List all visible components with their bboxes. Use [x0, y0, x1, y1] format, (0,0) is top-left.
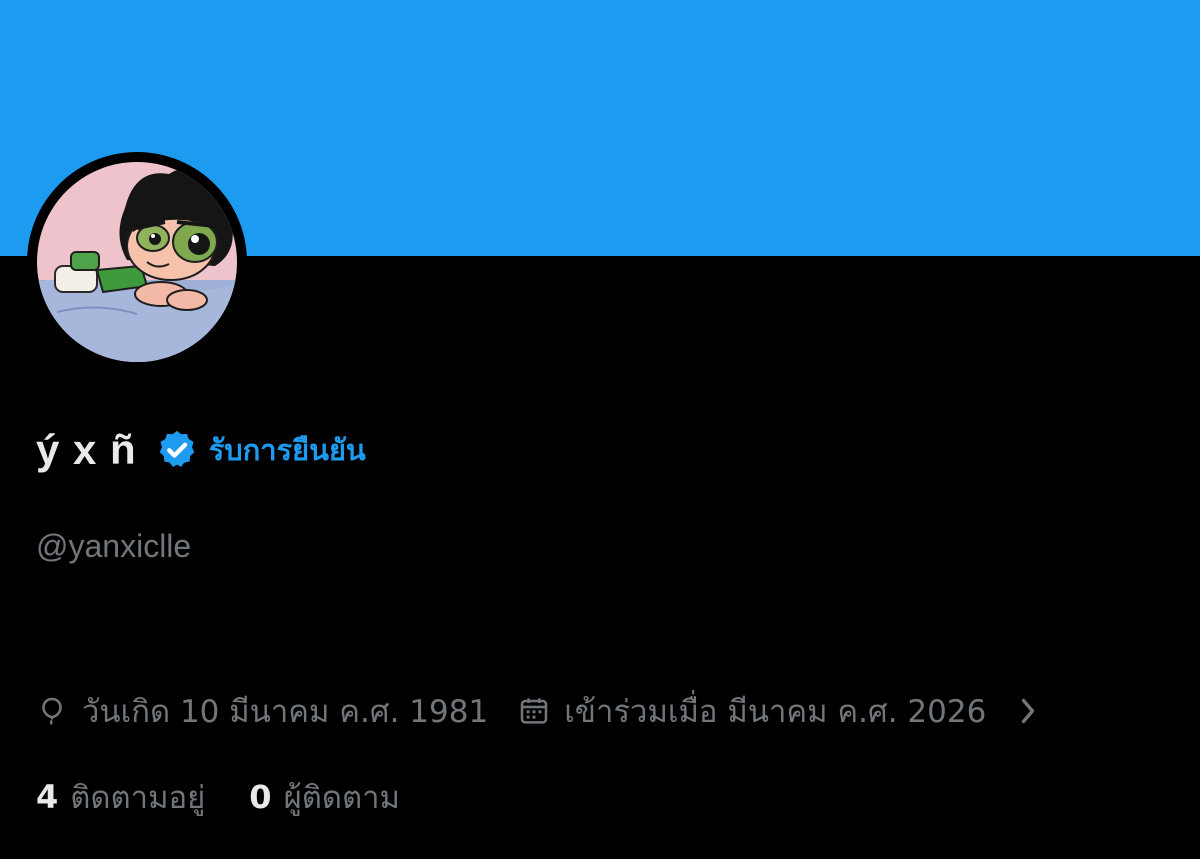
following-link[interactable]: 4 ติดตามอยู่ [36, 772, 205, 822]
birthday-text: วันเกิด 10 มีนาคม ค.ศ. 1981 [82, 694, 489, 730]
profile-meta: วันเกิด 10 มีนาคม ค.ศ. 1981 เข้าร่วมเมื่… [36, 688, 1040, 734]
followers-link[interactable]: 0 ผู้ติดตาม [249, 772, 400, 822]
calendar-icon [520, 698, 548, 724]
avatar[interactable] [27, 152, 247, 372]
joined-text: เข้าร่วมเมื่อ มีนาคม ค.ศ. 2026 [564, 694, 987, 730]
chevron-right-icon[interactable] [1016, 696, 1040, 726]
balloon-icon [42, 697, 62, 726]
joined-date: เข้าร่วมเมื่อ มีนาคม ค.ศ. 2026 [518, 686, 986, 736]
profile-handle: @yanxiclle [36, 528, 192, 564]
verified-badge-icon[interactable] [155, 428, 199, 472]
following-label: ติดตามอยู่ [70, 780, 206, 816]
buttercup-avatar [37, 162, 237, 362]
follow-stats: 4 ติดตามอยู่ 0 ผู้ติดตาม [36, 774, 400, 820]
following-count: 4 [36, 778, 59, 816]
display-name: ý x ñ [36, 426, 137, 473]
followers-label: ผู้ติดตาม [283, 780, 400, 816]
get-verified-link[interactable]: รับการยืนยัน [209, 427, 366, 473]
profile-page: ý x ñ รับการยืนยัน @yanxiclle วันเกิด 10… [0, 0, 1200, 859]
followers-count: 0 [249, 778, 272, 816]
name-row: ý x ñ รับการยืนยัน [36, 422, 366, 478]
